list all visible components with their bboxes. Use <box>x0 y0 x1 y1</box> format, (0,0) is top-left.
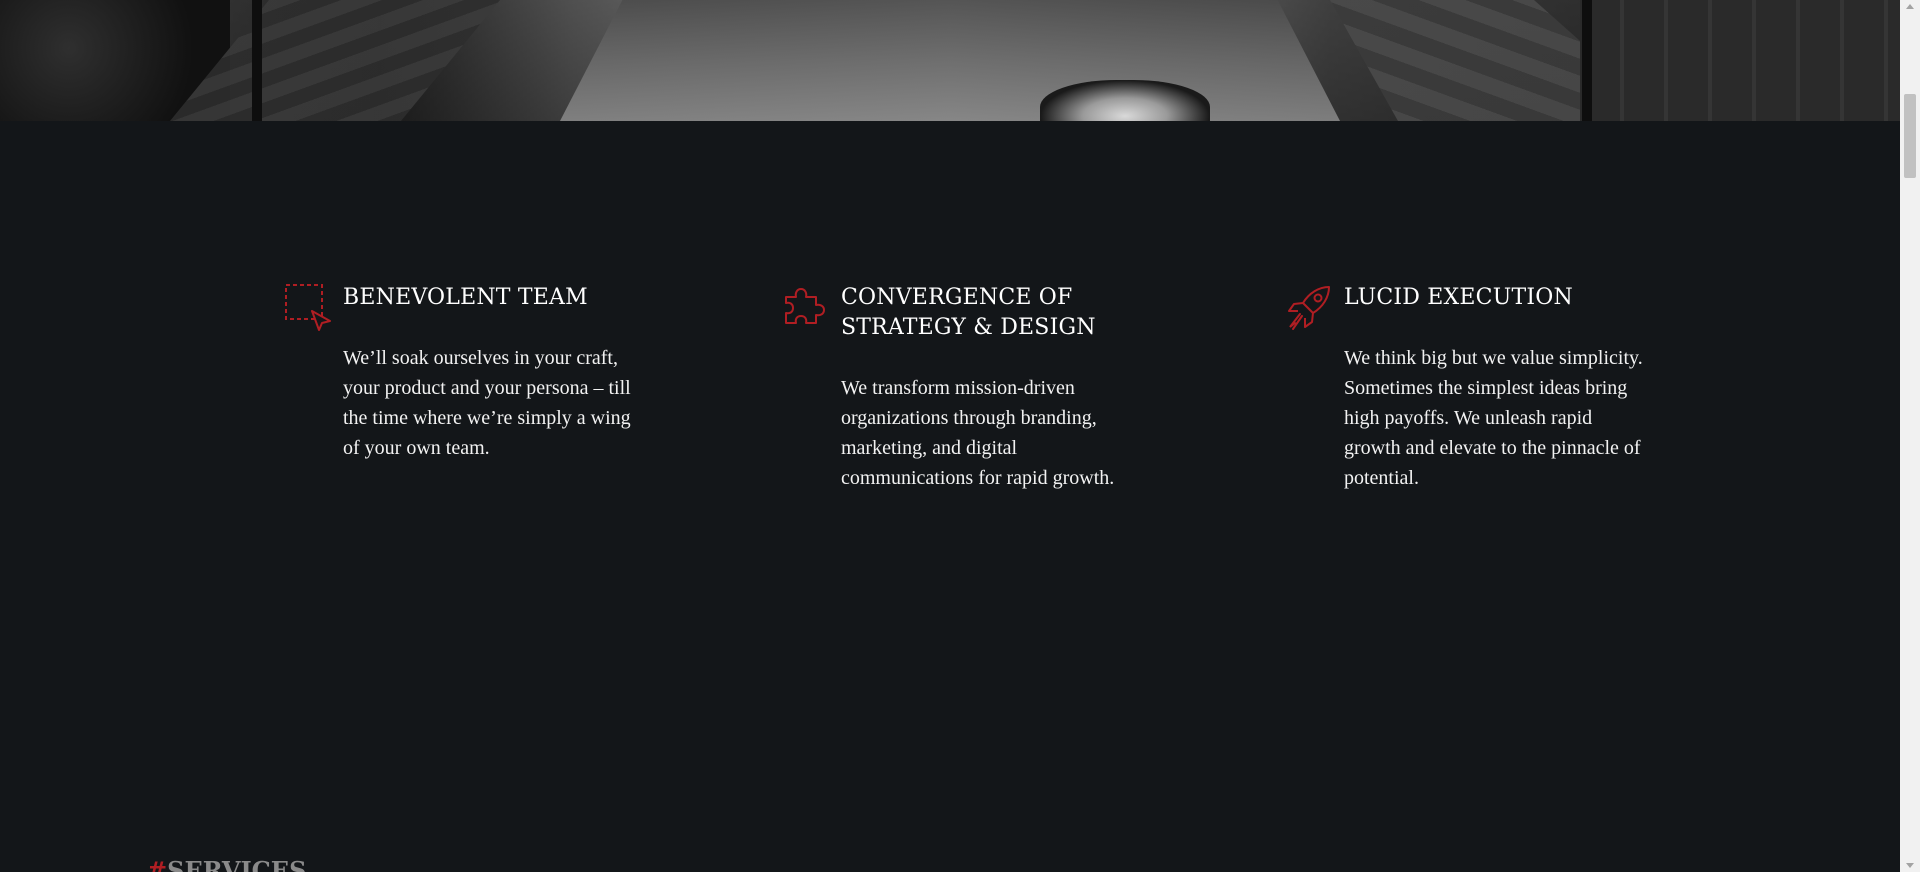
hero-pole <box>1582 0 1592 121</box>
hero-building-right <box>1580 0 1900 121</box>
feature-title: LUCID EXECUTION <box>1344 285 1573 310</box>
services-hash: # <box>147 856 168 872</box>
page: BENEVOLENT TEAM We’ll soak ourselves in … <box>0 0 1920 872</box>
feature-text: We think big but we value simplicity. So… <box>1344 347 1643 489</box>
feature-text: We transform mission-driven organization… <box>841 377 1115 489</box>
hero-street-photo <box>0 0 1900 121</box>
feature-title: BENEVOLENT TEAM <box>343 285 588 310</box>
feature-title: CONVERGENCE OF STRATEGY & DESIGN <box>841 285 1096 340</box>
services-section-label: #SERVICES <box>147 856 306 872</box>
feature-text: We’ll soak ourselves in your craft, your… <box>343 347 631 459</box>
hero-pole <box>252 0 262 121</box>
selection-cursor-icon <box>284 283 332 331</box>
scroll-up-arrow-icon[interactable] <box>1906 4 1914 9</box>
scrollbar-thumb[interactable] <box>1904 94 1916 178</box>
hero-road <box>560 0 1340 121</box>
rocket-icon <box>1285 283 1333 331</box>
page-scrollbar[interactable] <box>1900 0 1920 872</box>
scroll-down-arrow-icon[interactable] <box>1906 863 1914 868</box>
puzzle-piece-icon <box>782 283 830 331</box>
hero-car <box>1040 80 1210 121</box>
services-label-text: SERVICES <box>167 856 307 872</box>
